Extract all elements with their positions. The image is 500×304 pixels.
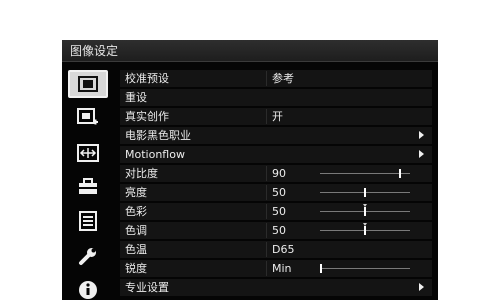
settings-list: 校准预设 参考 重设 真实创作 开 电影黑色职业 Motionflow 对比度 … xyxy=(120,68,432,300)
column-divider xyxy=(266,261,267,276)
column-divider xyxy=(266,185,267,200)
picture-plus-icon xyxy=(77,108,99,128)
column-divider xyxy=(266,242,267,257)
sidebar-tab-screen[interactable] xyxy=(68,139,108,167)
setting-label: 色彩 xyxy=(125,205,147,218)
setting-value: 参考 xyxy=(272,72,294,85)
column-divider xyxy=(266,223,267,238)
setting-row-sharpness[interactable]: 锐度 Min xyxy=(120,260,432,277)
setting-row-calibration-preset[interactable]: 校准预设 参考 xyxy=(120,70,432,87)
setting-label: 色调 xyxy=(125,224,147,237)
setting-label: 电影黑色职业 xyxy=(125,129,191,142)
sidebar-tab-list[interactable] xyxy=(68,207,108,235)
level-slider[interactable] xyxy=(320,169,410,178)
slider-knob[interactable] xyxy=(364,207,366,216)
setting-value: D65 xyxy=(272,243,295,256)
column-divider xyxy=(266,71,267,86)
setting-label: 对比度 xyxy=(125,167,158,180)
column-divider xyxy=(266,204,267,219)
column-divider xyxy=(266,109,267,124)
setting-label: 真实创作 xyxy=(125,110,169,123)
level-slider[interactable] xyxy=(320,264,410,273)
setting-label: 亮度 xyxy=(125,186,147,199)
setting-value: 开 xyxy=(272,110,283,123)
picture-icon xyxy=(77,75,99,93)
setting-row-hue[interactable]: 色调 50 xyxy=(120,222,432,239)
sidebar-tab-toolbox[interactable] xyxy=(68,173,108,201)
level-slider[interactable] xyxy=(320,204,410,216)
screen-adjust-icon xyxy=(77,144,99,162)
chevron-right-icon xyxy=(419,283,424,291)
setting-label: 色温 xyxy=(125,243,147,256)
sidebar xyxy=(62,62,114,300)
setting-label: 专业设置 xyxy=(125,281,169,294)
chevron-right-icon xyxy=(419,150,424,158)
menu-title: 图像设定 xyxy=(62,40,438,62)
slider-knob[interactable] xyxy=(364,188,366,197)
toolbox-icon xyxy=(77,178,99,196)
slider-knob[interactable] xyxy=(320,264,322,273)
sidebar-tab-picture[interactable] xyxy=(68,70,108,98)
list-icon xyxy=(78,211,98,231)
setting-label: Motionflow xyxy=(125,148,185,161)
setting-row-motionflow[interactable]: Motionflow xyxy=(120,146,432,163)
setting-value: 50 xyxy=(272,205,286,218)
chevron-right-icon xyxy=(419,131,424,139)
wrench-icon xyxy=(78,246,98,266)
sidebar-tab-picture-plus[interactable] xyxy=(68,104,108,132)
setting-row-advanced-settings[interactable]: 专业设置 xyxy=(120,279,432,296)
setting-row-reality-creation[interactable]: 真实创作 开 xyxy=(120,108,432,125)
setting-value: Min xyxy=(272,262,292,275)
setting-value: 50 xyxy=(272,224,286,237)
setting-row-color[interactable]: 色彩 50 xyxy=(120,203,432,220)
tv-menu-screen: 图像设定 校准预设 参考 重设 真实创作 开 电影黑色职业 Motionflow… xyxy=(62,40,438,300)
setting-label: 校准预设 xyxy=(125,72,169,85)
sidebar-tab-setup[interactable] xyxy=(68,242,108,270)
level-slider[interactable] xyxy=(320,188,410,197)
setting-label: 重设 xyxy=(125,91,147,104)
setting-label: 锐度 xyxy=(125,262,147,275)
slider-knob[interactable] xyxy=(364,226,366,235)
setting-row-brightness[interactable]: 亮度 50 xyxy=(120,184,432,201)
center-tick-mark xyxy=(363,204,367,207)
setting-row-reset[interactable]: 重设 xyxy=(120,89,432,106)
center-tick-mark xyxy=(363,223,367,226)
setting-row-cinema-black-pro[interactable]: 电影黑色职业 xyxy=(120,127,432,144)
info-icon xyxy=(78,280,98,300)
column-divider xyxy=(266,166,267,181)
setting-row-contrast[interactable]: 对比度 90 xyxy=(120,165,432,182)
setting-value: 50 xyxy=(272,186,286,199)
slider-knob[interactable] xyxy=(399,169,401,178)
level-slider[interactable] xyxy=(320,223,410,235)
setting-value: 90 xyxy=(272,167,286,180)
setting-row-color-temperature[interactable]: 色温 D65 xyxy=(120,241,432,258)
